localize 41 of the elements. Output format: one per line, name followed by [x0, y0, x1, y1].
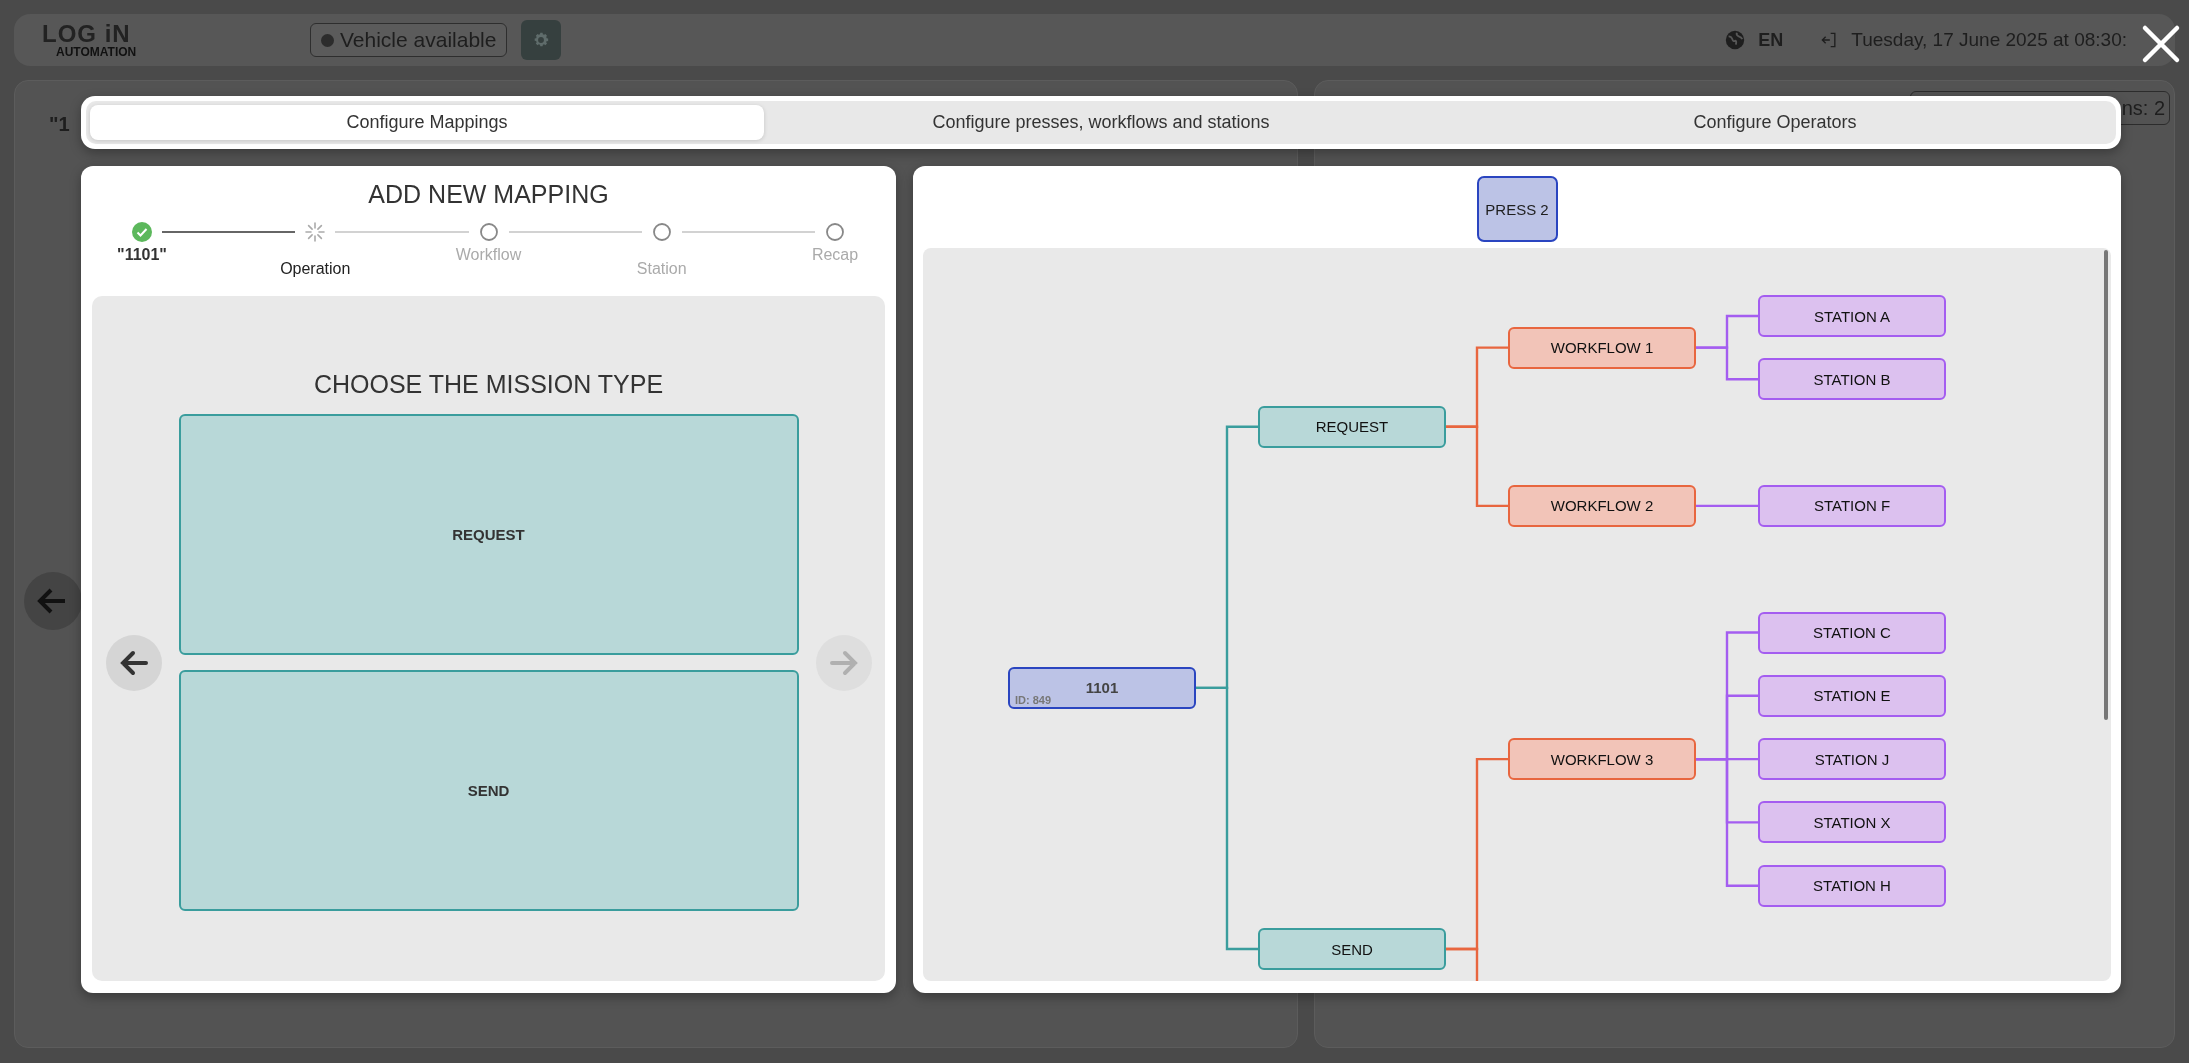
workflow-node[interactable]: WORKFLOW 3	[1508, 738, 1696, 781]
workflow-node[interactable]: WORKFLOW 2	[1508, 484, 1696, 527]
node-label: 1101	[1085, 679, 1119, 697]
prompt-heading: CHOOSE THE MISSION TYPE	[313, 369, 664, 400]
tab[interactable]: Configure Operators	[1438, 105, 2112, 140]
card-title: ADD NEW MAPPING	[367, 179, 610, 210]
close-button[interactable]	[2141, 24, 2181, 64]
station-node[interactable]: STATION J	[1758, 738, 1946, 781]
step-label: Station	[636, 260, 687, 278]
mission-type-option[interactable]: SEND	[178, 670, 799, 911]
settings-button[interactable]	[521, 20, 562, 60]
tab[interactable]: Configure Mappings	[90, 105, 764, 140]
station-node[interactable]: STATION C	[1758, 611, 1946, 654]
close-icon	[2141, 24, 2181, 64]
mapping-node[interactable]: 1101 ID: 849	[1008, 666, 1196, 709]
step-label: Workflow	[455, 246, 522, 264]
connector-line	[1696, 346, 1758, 381]
station-node[interactable]: STATION X	[1758, 801, 1946, 844]
tab[interactable]: Configure presses, workflows and stations	[764, 105, 1438, 140]
station-node[interactable]: STATION H	[1758, 864, 1946, 907]
globe-icon[interactable]	[1724, 29, 1747, 51]
station-node[interactable]: STATION A	[1758, 295, 1946, 337]
station-node[interactable]: STATION E	[1758, 674, 1946, 717]
logo-subtitle: AUTOMATION	[56, 46, 138, 58]
station-node[interactable]: STATION B	[1758, 358, 1946, 401]
vehicle-status-text: Vehicle available	[340, 28, 497, 52]
mission-type-option[interactable]: REQUEST	[178, 414, 799, 655]
connector-line	[1696, 504, 1758, 508]
date-time-text: Tuesday, 17 June 2025 at 08:30:	[1851, 29, 2127, 51]
step-label: Recap	[811, 246, 859, 264]
node-id: ID: 849	[1015, 693, 1052, 706]
arrow-left-icon	[23, 571, 83, 631]
scrollbar-thumb[interactable]	[2104, 250, 2108, 720]
operation-node[interactable]: REQUEST	[1258, 405, 1446, 448]
status-dot-icon	[321, 33, 334, 47]
step-label: Operation	[280, 260, 351, 278]
press-node[interactable]: PRESS 2	[1476, 176, 1558, 242]
operation-node[interactable]: SEND	[1258, 928, 1446, 970]
step-label: "1101"	[117, 246, 167, 264]
workflow-node[interactable]: WORKFLOW 1	[1508, 326, 1696, 369]
station-node[interactable]: STATION F	[1758, 484, 1946, 527]
